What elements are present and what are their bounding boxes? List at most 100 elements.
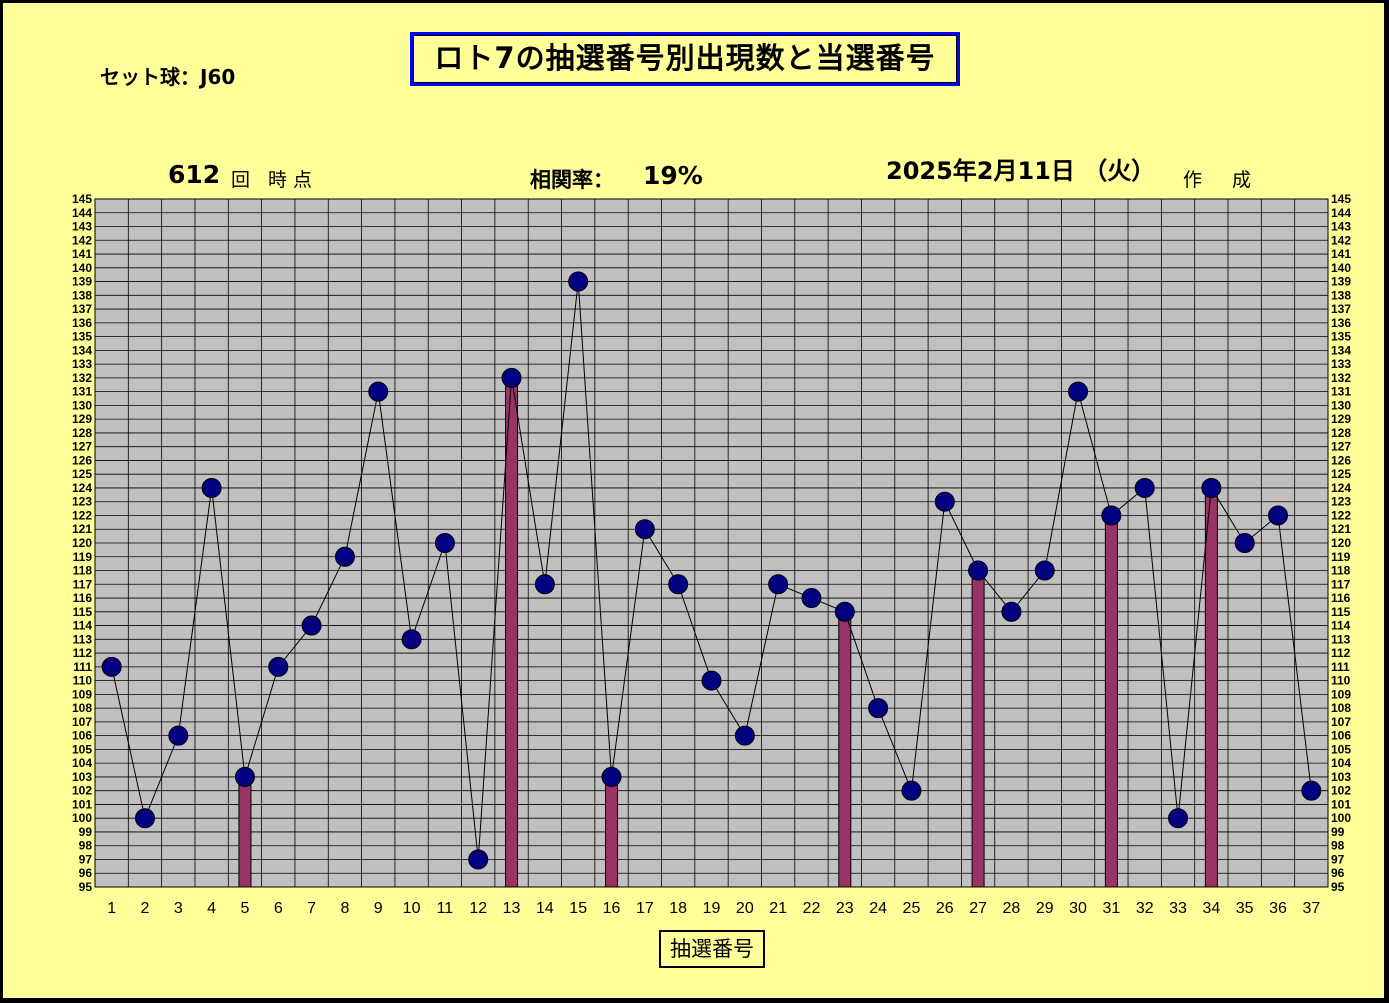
marker-11: [434, 533, 455, 553]
y-tick-label-right: 104: [1331, 756, 1351, 770]
y-tick-label-right: 139: [1331, 275, 1351, 289]
y-tick-label-right: 116: [1331, 591, 1351, 605]
y-tick-label-right: 137: [1331, 302, 1351, 316]
x-tick-label: 17: [636, 900, 654, 917]
x-tick-label: 11: [437, 900, 454, 917]
marker-22: [801, 588, 822, 609]
y-tick-label-right: 130: [1331, 398, 1351, 412]
y-tick-label: 137: [72, 302, 92, 316]
y-tick-label: 99: [79, 825, 93, 839]
y-tick-label-right: 102: [1331, 784, 1351, 798]
marker-18: [668, 574, 689, 595]
marker-24: [868, 698, 889, 719]
y-tick-label-right: 121: [1331, 522, 1351, 536]
marker-29: [1034, 560, 1055, 581]
y-tick-label: 121: [72, 522, 92, 536]
marker-36: [1268, 505, 1289, 526]
y-tick-label-right: 134: [1331, 343, 1351, 357]
y-tick-label: 98: [79, 839, 93, 853]
y-tick-label-right: 118: [1331, 564, 1351, 578]
x-tick-label: 12: [469, 900, 487, 917]
bar-31: [1104, 514, 1118, 888]
y-tick-label-right: 100: [1331, 811, 1351, 825]
chart-svg: 9596979899100101102103104105106107108109…: [72, 192, 1351, 917]
y-tick-label: 109: [72, 687, 92, 701]
bar-16: [605, 776, 619, 888]
x-tick-label: 37: [1302, 900, 1320, 917]
y-tick-label: 108: [72, 701, 92, 715]
x-tick-label: 16: [603, 900, 621, 917]
y-tick-label-right: 138: [1331, 288, 1351, 302]
y-tick-label-right: 122: [1331, 508, 1351, 522]
y-tick-label-right: 97: [1331, 852, 1345, 866]
x-tick-label: 31: [1102, 900, 1120, 917]
marker-14: [534, 574, 555, 595]
y-tick-label: 105: [72, 742, 92, 756]
y-tick-label-right: 103: [1331, 770, 1351, 784]
marker-15: [568, 271, 589, 292]
x-tick-label: 26: [936, 900, 954, 917]
bar-23: [838, 611, 852, 888]
bar-27: [971, 570, 985, 888]
x-tick-label: 1: [107, 900, 116, 917]
y-tick-label-right: 133: [1331, 357, 1351, 371]
y-axis-left: 9596979899100101102103104105106107108109…: [72, 192, 92, 894]
y-tick-label-right: 128: [1331, 426, 1351, 440]
marker-12: [468, 849, 489, 870]
marker-20: [734, 725, 755, 746]
bar-5: [238, 776, 252, 888]
x-tick-label: 10: [403, 900, 421, 917]
marker-25: [901, 780, 922, 801]
y-tick-label-right: 119: [1331, 550, 1351, 564]
x-tick-label: 24: [869, 900, 887, 917]
y-tick-label: 104: [72, 756, 92, 770]
x-tick-label: 5: [241, 900, 250, 917]
x-tick-label: 14: [536, 900, 554, 917]
y-tick-label-right: 123: [1331, 495, 1351, 509]
x-tick-label: 29: [1036, 900, 1054, 917]
y-tick-label-right: 131: [1331, 385, 1351, 399]
x-tick-label: 9: [374, 900, 383, 917]
marker-35: [1234, 533, 1255, 553]
marker-37: [1301, 780, 1322, 801]
y-axis-right: 9596979899100101102103104105106107108109…: [1331, 192, 1351, 894]
x-tick-label: 30: [1069, 900, 1087, 917]
y-tick-label: 116: [73, 591, 93, 605]
x-tick-label: 21: [769, 900, 787, 917]
y-tick-label-right: 107: [1331, 715, 1351, 729]
y-tick-label: 95: [79, 880, 93, 894]
y-tick-label-right: 124: [1331, 481, 1351, 495]
marker-16: [601, 766, 622, 787]
marker-13: [501, 367, 522, 388]
marker-10: [401, 629, 422, 650]
y-tick-label-right: 132: [1331, 371, 1351, 385]
x-tick-label: 2: [141, 900, 150, 917]
y-tick-label: 126: [72, 453, 92, 467]
x-axis: 1 2 3 4 5 6 7 8 9 10 11 12 13 14 15 16 17 18 19 20 21 22 23 24 2…: [107, 900, 1320, 917]
y-tick-label: 111: [73, 660, 92, 674]
y-tick-label: 110: [73, 674, 93, 688]
y-tick-label: 102: [72, 784, 92, 798]
y-tick-label-right: 106: [1331, 729, 1351, 743]
y-tick-label-right: 108: [1331, 701, 1351, 715]
y-tick-label: 125: [72, 467, 92, 481]
y-tick-label: 112: [73, 646, 93, 660]
x-tick-label: 34: [1202, 900, 1220, 917]
y-tick-label-right: 136: [1331, 316, 1351, 330]
marker-6: [268, 656, 289, 677]
y-tick-label: 127: [72, 440, 92, 454]
y-tick-label: 96: [79, 866, 93, 880]
x-tick-label: 7: [307, 900, 316, 917]
marker-28: [1001, 601, 1022, 622]
y-tick-label: 140: [72, 261, 92, 275]
marker-1: [101, 656, 122, 677]
y-tick-label-right: 109: [1331, 687, 1351, 701]
x-tick-label: 18: [669, 900, 687, 917]
y-tick-label: 124: [72, 481, 92, 495]
y-tick-label-right: 98: [1331, 839, 1345, 853]
y-tick-label-right: 127: [1331, 440, 1351, 454]
y-tick-label-right: 141: [1331, 247, 1351, 261]
marker-33: [1168, 808, 1189, 829]
y-tick-label-right: 115: [1331, 605, 1351, 619]
y-tick-label: 114: [73, 619, 93, 633]
